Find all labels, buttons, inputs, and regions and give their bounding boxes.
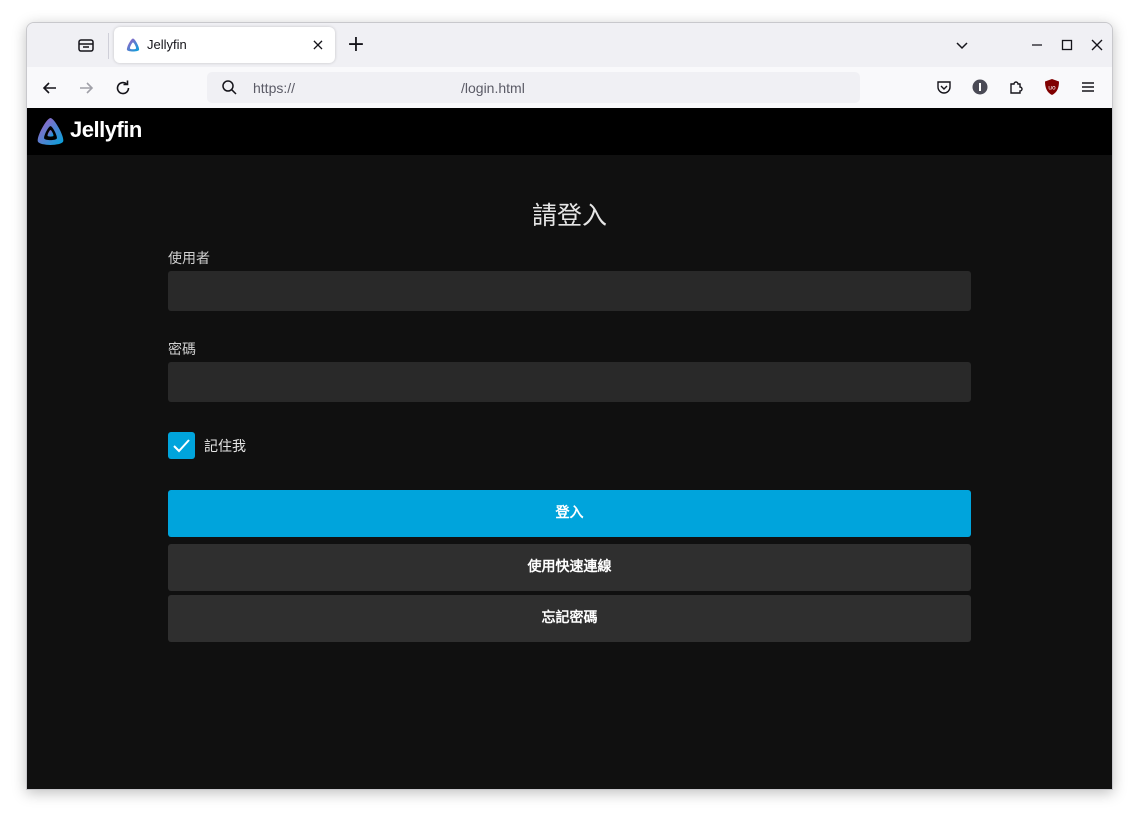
password-input[interactable] [168,362,971,402]
menu-icon[interactable] [1078,77,1098,97]
tab-jellyfin[interactable]: Jellyfin × [114,27,335,63]
list-all-tabs-icon[interactable] [952,35,972,55]
forgot-password-button[interactable]: 忘記密碼 [168,595,971,642]
back-arrow-icon[interactable] [39,77,61,99]
quick-connect-button[interactable]: 使用快速連線 [168,544,971,591]
navigation-bar: https:// /login.html uo [27,67,1112,108]
page-content: Jellyfin 請登入 使用者 密碼 記住我 登入 使用快速連線 忘記密碼 [27,108,1112,789]
pocket-icon[interactable] [934,77,954,97]
tab-close-icon[interactable]: × [309,36,327,54]
svg-text:uo: uo [1048,85,1056,92]
sign-in-button[interactable]: 登入 [168,490,971,537]
new-tab-button[interactable]: + [346,34,366,56]
browser-window: Jellyfin × + https:// /login.html uo Jel… [26,22,1113,790]
forward-arrow-icon[interactable] [75,77,97,99]
url-prefix: https:// [253,80,296,96]
close-window-icon[interactable] [1087,35,1107,55]
tab-separator [108,33,109,59]
extension-info-icon[interactable] [970,77,990,97]
app-header: Jellyfin [27,108,1112,155]
page-title: 請登入 [531,201,607,230]
checkmark-icon [173,439,190,453]
username-label: 使用者 [168,251,210,267]
firefox-view-icon[interactable] [76,35,96,55]
remember-me-label[interactable]: 記住我 [204,436,246,456]
jellyfin-logo-icon[interactable] [35,116,66,147]
reload-icon[interactable] [112,77,134,99]
extensions-puzzle-icon[interactable] [1006,77,1026,97]
search-icon [221,79,238,96]
url-bar[interactable]: https:// /login.html [207,72,860,103]
minimize-icon[interactable] [1027,35,1047,55]
maximize-icon[interactable] [1057,35,1077,55]
password-label: 密碼 [168,342,196,358]
tab-title: Jellyfin [147,37,187,52]
tab-strip: Jellyfin × + [27,23,1112,67]
remember-me-checkbox[interactable] [168,432,195,459]
username-input[interactable] [168,271,971,311]
jellyfin-logo-icon [125,37,141,53]
ublock-origin-icon[interactable]: uo [1042,77,1062,97]
brand-name[interactable]: Jellyfin [70,117,142,143]
url-path: /login.html [461,80,525,96]
